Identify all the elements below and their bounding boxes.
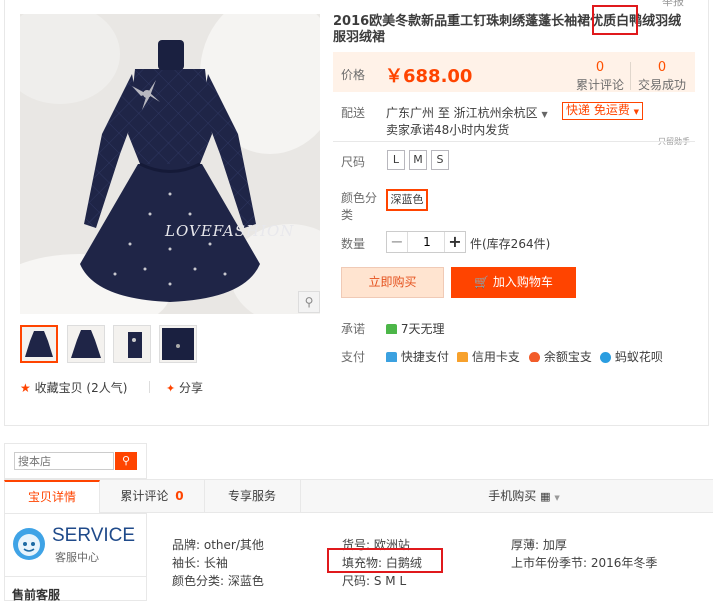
tab-mobile-label: 手机购买	[488, 489, 537, 503]
buy-now-button[interactable]: 立即购买	[341, 267, 444, 298]
quantity-stepper: − +	[386, 231, 466, 253]
quantity-label: 数量	[341, 237, 366, 251]
credit-card-icon	[457, 352, 468, 362]
price-value: ￥688.00	[385, 66, 473, 87]
promise-label: 承诺	[341, 322, 366, 336]
presale-service-heading: 售前客服	[12, 588, 61, 602]
huabei-icon	[600, 352, 611, 363]
attr-sleeve: 袖长: 长袖	[172, 556, 228, 570]
tab-details[interactable]: 宝贝详情	[4, 480, 100, 514]
dress-image: LOVEFASHION	[20, 14, 320, 314]
store-search-input[interactable]	[14, 452, 114, 470]
divider	[630, 62, 631, 90]
report-link[interactable]: 举报	[662, 0, 684, 9]
tab-reviews-count: 0	[175, 489, 184, 503]
caret-down-icon: ▼	[633, 108, 640, 116]
share-label: 分享	[179, 381, 204, 395]
attr-color: 颜色分类: 深蓝色	[172, 574, 264, 588]
service-title: SERVICE	[52, 525, 136, 546]
shipping-method-text: 快递 免运费	[566, 103, 630, 117]
divider	[333, 141, 695, 142]
payment-label: 支付	[341, 350, 366, 364]
main-product-image[interactable]: LOVEFASHION	[20, 14, 320, 314]
size-option-m[interactable]: M	[409, 150, 427, 170]
shipping-route-text: 广东广州 至 浙江杭州余杭区	[386, 106, 538, 120]
payment-method-text: 快捷支付	[400, 350, 449, 362]
sales-label: 交易成功	[637, 78, 686, 92]
size-label: 尺码	[341, 155, 366, 169]
size-option-s[interactable]: S	[431, 150, 449, 170]
share-button[interactable]: ✦ 分享	[166, 379, 203, 396]
magnifier-icon[interactable]: ⚲	[298, 291, 320, 313]
star-icon: ★	[20, 381, 31, 395]
service-mascot-icon	[12, 527, 46, 564]
seven-day-icon	[386, 324, 397, 334]
reviews-label[interactable]: 累计评论	[570, 76, 630, 93]
payment-method-text: 蚂蚁花呗	[614, 350, 663, 364]
attr-size: 尺码: S M L	[342, 574, 407, 588]
tab-reviews-label: 累计评论	[120, 489, 169, 503]
color-label: 颜色分类	[341, 191, 378, 222]
attr-thickness: 厚薄: 加厚	[511, 538, 567, 552]
attr-brand: 品牌: other/其他	[172, 538, 264, 552]
size-option-l[interactable]: L	[387, 150, 405, 170]
tab-reviews[interactable]: 累计评论 0	[100, 480, 204, 513]
payment-method-yuebao[interactable]: 余额宝支付	[529, 348, 595, 362]
thumbnail-image	[162, 328, 194, 360]
yuebao-icon	[529, 352, 540, 362]
thumbnail-3[interactable]	[113, 325, 151, 363]
thumbnail-1[interactable]	[20, 325, 58, 363]
promise-item[interactable]: 7天无理由	[386, 320, 446, 334]
divider	[300, 480, 301, 513]
caret-down-icon: ▼	[554, 494, 560, 502]
caret-down-icon: ▼	[541, 110, 548, 119]
attr-season: 上市年份季节: 2016年冬季	[511, 556, 658, 570]
thumbnail-4[interactable]	[159, 325, 197, 363]
add-to-cart-label: 加入购物车	[492, 275, 553, 289]
highlight-annotation	[592, 5, 638, 35]
sales-count: 0	[657, 60, 667, 75]
divider	[149, 381, 150, 393]
detail-tabbar: 宝贝详情 累计评论 0 专享服务 手机购买 ▦ ▼	[4, 479, 713, 514]
qrcode-icon: ▦	[540, 490, 551, 503]
thumbnail-2[interactable]	[67, 325, 105, 363]
favorite-label: 收藏宝贝 (2人气)	[34, 381, 128, 395]
product-title: 2016欧美冬款新品重工钉珠刺绣蓬蓬长袖裙优质白鸭绒羽绒服羽绒裙	[333, 14, 682, 45]
shipping-method-select[interactable]: 快递 免运费 ▼	[562, 102, 644, 120]
color-option-selected[interactable]: 深蓝色	[386, 189, 428, 211]
cart-icon: 🛒	[474, 275, 490, 289]
tab-services[interactable]: 专享服务	[204, 480, 300, 513]
shipping-label: 配送	[341, 106, 366, 120]
watermark-text: LOVEFASHION	[164, 222, 294, 240]
price-label: 价格	[341, 68, 366, 82]
shipping-route[interactable]: 广东广州 至 浙江杭州余杭区 ▼	[386, 104, 548, 121]
favorite-button[interactable]: ★ 收藏宝贝 (2人气)	[20, 379, 127, 396]
minus-button[interactable]: −	[387, 232, 408, 252]
thumbnail-image	[71, 330, 101, 358]
search-icon[interactable]: ⚲	[115, 452, 137, 470]
quantity-input[interactable]	[408, 232, 446, 252]
tab-mobile[interactable]: 手机购买 ▦ ▼	[474, 480, 574, 513]
service-subtitle: 客服中心	[55, 551, 99, 564]
payment-method-quick[interactable]: 快捷支付	[386, 348, 454, 362]
add-to-cart-button[interactable]: 🛒 加入购物车	[451, 267, 576, 298]
plus-button[interactable]: +	[444, 232, 465, 252]
quickpay-icon	[386, 352, 397, 362]
shipping-promise: 卖家承诺48小时内发货	[386, 123, 510, 137]
payment-method-credit[interactable]: 信用卡支付	[457, 348, 525, 362]
reviews-count[interactable]: 0	[570, 60, 630, 75]
highlight-annotation	[327, 548, 443, 573]
share-icon: ✦	[166, 382, 176, 395]
stock-text: 件(库存264件)	[470, 237, 551, 251]
payment-method-huabei[interactable]: 蚂蚁花呗	[600, 348, 663, 365]
thumbnail-image	[128, 332, 142, 358]
divider	[4, 576, 147, 577]
thumbnail-image	[25, 331, 53, 357]
